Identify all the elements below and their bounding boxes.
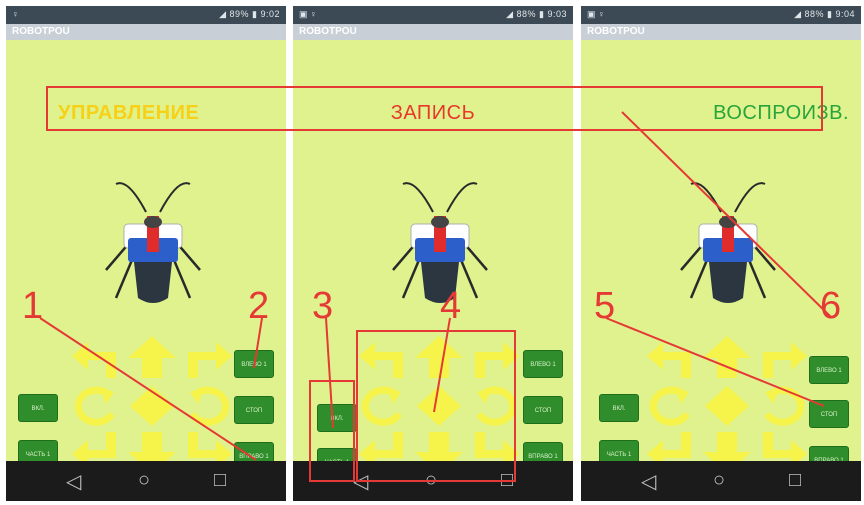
recent-apps-icon[interactable]: □ — [789, 469, 801, 492]
button-on[interactable]: ВКЛ. — [599, 394, 639, 422]
status-icons-right: ◢ 89% ▮ 9:02 — [219, 9, 280, 19]
app-title: ROBOTPOU — [587, 26, 645, 37]
mode-label-playback[interactable]: ВОСПРОИЗВ. — [713, 102, 849, 125]
app-title-bar: ROBOTPOU — [581, 24, 861, 40]
status-bar: ▣ ♀ ◢ 88% ▮ 9:04 — [581, 6, 861, 24]
back-icon[interactable]: ◁ — [66, 469, 81, 494]
turn-left-arrow-icon[interactable] — [355, 334, 411, 378]
button-on[interactable]: ВКЛ. — [18, 394, 58, 422]
home-icon[interactable]: ○ — [138, 469, 150, 492]
status-icons-right: ◢ 88% ▮ 9:03 — [506, 9, 567, 19]
turn-right-arrow-icon[interactable] — [180, 334, 236, 378]
button-left[interactable]: ВЛЕВО 1 — [809, 356, 849, 384]
mode-label-record[interactable]: ЗАПИСЬ — [293, 102, 573, 125]
status-bar: ♀ ◢ 89% ▮ 9:02 — [6, 6, 286, 24]
back-icon[interactable]: ◁ — [353, 469, 368, 494]
status-bar: ▣ ♀ ◢ 88% ▮ 9:03 — [293, 6, 573, 24]
rotate-right-icon[interactable] — [180, 384, 236, 428]
button-stop[interactable]: СТОП — [234, 396, 274, 424]
button-stop[interactable]: СТОП — [809, 400, 849, 428]
recent-apps-icon[interactable]: □ — [214, 469, 226, 492]
rotate-left-icon[interactable] — [68, 384, 124, 428]
nav-bar: ◁ ○ □ — [293, 461, 573, 501]
back-icon[interactable]: ◁ — [641, 469, 656, 494]
nav-bar: ◁ ○ □ — [6, 461, 286, 501]
rotate-left-icon[interactable] — [355, 384, 411, 428]
nav-bar: ◁ ○ □ — [581, 461, 861, 501]
button-stop[interactable]: СТОП — [523, 396, 563, 424]
button-on[interactable]: ВКЛ. — [317, 404, 357, 432]
up-arrow-icon[interactable] — [699, 334, 755, 378]
center-diamond-icon[interactable] — [124, 384, 180, 428]
rotate-right-icon[interactable] — [755, 384, 811, 428]
insect-robot-image — [680, 182, 776, 303]
button-left[interactable]: ВЛЕВО 1 — [234, 350, 274, 378]
turn-right-arrow-icon[interactable] — [755, 334, 811, 378]
home-icon[interactable]: ○ — [425, 469, 437, 492]
turn-right-arrow-icon[interactable] — [467, 334, 523, 378]
app-title: ROBOTPOU — [299, 26, 357, 37]
app-title: ROBOTPOU — [12, 26, 70, 37]
status-icons-left: ▣ ♀ — [587, 9, 605, 19]
up-arrow-icon[interactable] — [124, 334, 180, 378]
rotate-left-icon[interactable] — [643, 384, 699, 428]
status-icons-right: ◢ 88% ▮ 9:04 — [794, 9, 855, 19]
status-icons-left: ♀ — [12, 9, 19, 19]
phone-screen-record: ▣ ♀ ◢ 88% ▮ 9:03 ROBOTPOU ЗАПИСЬ ВКЛ. ЧА… — [293, 6, 573, 501]
recent-apps-icon[interactable]: □ — [501, 469, 513, 492]
center-diamond-icon[interactable] — [411, 384, 467, 428]
phone-screen-playback: ▣ ♀ ◢ 88% ▮ 9:04 ROBOTPOU ВОСПРОИЗВ. ВКЛ… — [581, 6, 861, 501]
rotate-right-icon[interactable] — [467, 384, 523, 428]
app-title-bar: ROBOTPOU — [293, 24, 573, 40]
home-icon[interactable]: ○ — [713, 469, 725, 492]
app-title-bar: ROBOTPOU — [6, 24, 286, 40]
phone-screen-control: ♀ ◢ 89% ▮ 9:02 ROBOTPOU УПРАВЛЕНИЕ ВКЛ. … — [6, 6, 286, 501]
insect-robot-image — [105, 182, 201, 303]
button-left[interactable]: ВЛЕВО 1 — [523, 350, 563, 378]
mode-label-control[interactable]: УПРАВЛЕНИЕ — [58, 102, 199, 125]
insect-robot-image — [392, 182, 488, 303]
up-arrow-icon[interactable] — [411, 334, 467, 378]
turn-left-arrow-icon[interactable] — [68, 334, 124, 378]
status-icons-left: ▣ ♀ — [299, 9, 317, 19]
center-diamond-icon[interactable] — [699, 384, 755, 428]
turn-left-arrow-icon[interactable] — [643, 334, 699, 378]
